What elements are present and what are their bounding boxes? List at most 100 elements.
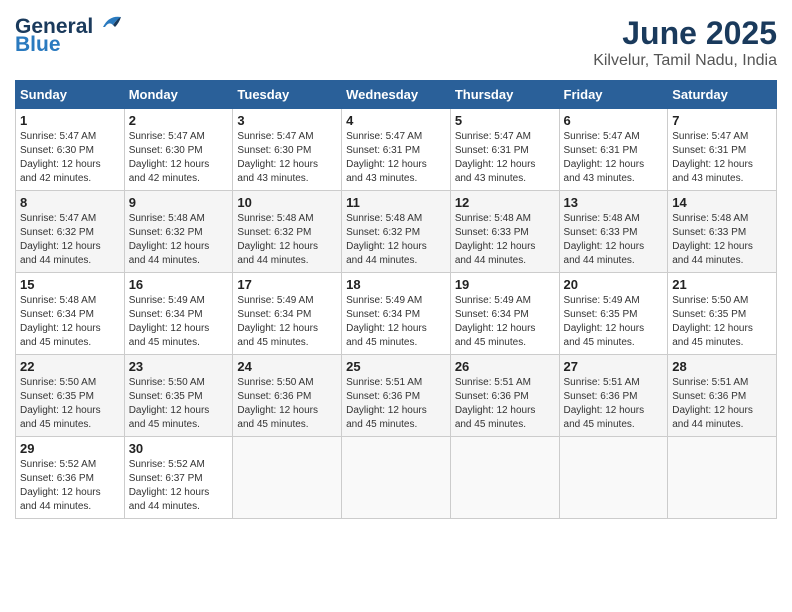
day-cell-empty xyxy=(342,437,451,519)
day-cell-4: 4 Sunrise: 5:47 AM Sunset: 6:31 PM Daylig… xyxy=(342,109,451,191)
col-header-tuesday: Tuesday xyxy=(233,81,342,109)
day-info: Sunrise: 5:49 AM Sunset: 6:34 PM Dayligh… xyxy=(455,294,555,350)
day-info: Sunrise: 5:51 AM Sunset: 6:36 PM Dayligh… xyxy=(672,376,772,432)
day-cell-empty xyxy=(559,437,668,519)
day-info: Sunrise: 5:50 AM Sunset: 6:36 PM Dayligh… xyxy=(237,376,337,432)
col-header-monday: Monday xyxy=(124,81,233,109)
col-header-thursday: Thursday xyxy=(450,81,559,109)
day-info: Sunrise: 5:47 AM Sunset: 6:31 PM Dayligh… xyxy=(346,130,446,186)
week-row-2: 8 Sunrise: 5:47 AM Sunset: 6:32 PM Daylig… xyxy=(16,191,777,273)
day-info: Sunrise: 5:48 AM Sunset: 6:33 PM Dayligh… xyxy=(564,212,664,268)
day-cell-12: 12Sunrise: 5:48 AM Sunset: 6:33 PM Dayli… xyxy=(450,191,559,273)
day-cell-13: 13 Sunrise: 5:48 AM Sunset: 6:33 PM Dayli… xyxy=(559,191,668,273)
day-cell-27: 27 Sunrise: 5:51 AM Sunset: 6:36 PM Dayli… xyxy=(559,355,668,437)
day-cell-3: 3 Sunrise: 5:47 AM Sunset: 6:30 PM Daylig… xyxy=(233,109,342,191)
day-number: 13 xyxy=(564,195,664,210)
day-info: Sunrise: 5:49 AM Sunset: 6:34 PM Dayligh… xyxy=(237,294,337,350)
day-cell-26: 26 Sunrise: 5:51 AM Sunset: 6:36 PM Dayli… xyxy=(450,355,559,437)
day-number: 2 xyxy=(129,113,229,128)
day-number: 22 xyxy=(20,359,120,374)
day-info: Sunrise: 5:47 AM Sunset: 6:31 PM Dayligh… xyxy=(455,130,555,186)
logo-bird-icon xyxy=(95,13,123,35)
day-info: Sunrise: 5:48 AM Sunset: 6:34 PM Dayligh… xyxy=(20,294,120,350)
day-number: 10 xyxy=(237,195,337,210)
day-info: Sunrise: 5:47 AM Sunset: 6:31 PM Dayligh… xyxy=(672,130,772,186)
day-number: 9 xyxy=(129,195,229,210)
day-number: 15 xyxy=(20,277,120,292)
day-info: Sunrise: 5:51 AM Sunset: 6:36 PM Dayligh… xyxy=(564,376,664,432)
day-cell-23: 23 Sunrise: 5:50 AM Sunset: 6:35 PM Dayli… xyxy=(124,355,233,437)
day-info: Sunrise: 5:50 AM Sunset: 6:35 PM Dayligh… xyxy=(129,376,229,432)
calendar-title: June 2025 xyxy=(593,15,777,52)
day-info: Sunrise: 5:48 AM Sunset: 6:33 PM Dayligh… xyxy=(672,212,772,268)
day-info: Sunrise: 5:49 AM Sunset: 6:34 PM Dayligh… xyxy=(346,294,446,350)
day-number: 19 xyxy=(455,277,555,292)
day-cell-18: 18 Sunrise: 5:49 AM Sunset: 6:34 PM Dayli… xyxy=(342,273,451,355)
day-cell-5: 5 Sunrise: 5:47 AM Sunset: 6:31 PM Daylig… xyxy=(450,109,559,191)
day-cell-8: 8 Sunrise: 5:47 AM Sunset: 6:32 PM Daylig… xyxy=(16,191,125,273)
day-number: 8 xyxy=(20,195,120,210)
day-info: Sunrise: 5:48 AM Sunset: 6:32 PM Dayligh… xyxy=(237,212,337,268)
day-number: 18 xyxy=(346,277,446,292)
day-info: Sunrise: 5:50 AM Sunset: 6:35 PM Dayligh… xyxy=(20,376,120,432)
col-header-wednesday: Wednesday xyxy=(342,81,451,109)
day-number: 4 xyxy=(346,113,446,128)
day-info: Sunrise: 5:51 AM Sunset: 6:36 PM Dayligh… xyxy=(455,376,555,432)
calendar-table: SundayMondayTuesdayWednesdayThursdayFrid… xyxy=(15,80,777,519)
day-cell-11: 11 Sunrise: 5:48 AM Sunset: 6:32 PM Dayli… xyxy=(342,191,451,273)
day-number: 1 xyxy=(20,113,120,128)
day-number: 30 xyxy=(129,441,229,456)
day-info: Sunrise: 5:51 AM Sunset: 6:36 PM Dayligh… xyxy=(346,376,446,432)
day-info: Sunrise: 5:52 AM Sunset: 6:37 PM Dayligh… xyxy=(129,458,229,514)
day-number: 3 xyxy=(237,113,337,128)
day-cell-15: 15 Sunrise: 5:48 AM Sunset: 6:34 PM Dayli… xyxy=(16,273,125,355)
day-info: Sunrise: 5:52 AM Sunset: 6:36 PM Dayligh… xyxy=(20,458,120,514)
day-number: 14 xyxy=(672,195,772,210)
day-cell-25: 25 Sunrise: 5:51 AM Sunset: 6:36 PM Dayli… xyxy=(342,355,451,437)
day-number: 7 xyxy=(672,113,772,128)
logo: General Blue xyxy=(15,15,123,57)
day-info: Sunrise: 5:48 AM Sunset: 6:32 PM Dayligh… xyxy=(346,212,446,268)
title-area: June 2025 Kilvelur, Tamil Nadu, India xyxy=(593,15,777,70)
week-row-3: 15 Sunrise: 5:48 AM Sunset: 6:34 PM Dayli… xyxy=(16,273,777,355)
logo-blue: Blue xyxy=(15,33,61,57)
day-cell-empty xyxy=(233,437,342,519)
day-number: 5 xyxy=(455,113,555,128)
week-row-5: 29 Sunrise: 5:52 AM Sunset: 6:36 PM Dayli… xyxy=(16,437,777,519)
day-cell-24: 24 Sunrise: 5:50 AM Sunset: 6:36 PM Dayli… xyxy=(233,355,342,437)
day-cell-22: 22 Sunrise: 5:50 AM Sunset: 6:35 PM Dayli… xyxy=(16,355,125,437)
col-header-saturday: Saturday xyxy=(668,81,777,109)
day-number: 28 xyxy=(672,359,772,374)
day-info: Sunrise: 5:49 AM Sunset: 6:34 PM Dayligh… xyxy=(129,294,229,350)
day-cell-21: 21 Sunrise: 5:50 AM Sunset: 6:35 PM Dayli… xyxy=(668,273,777,355)
day-cell-14: 14 Sunrise: 5:48 AM Sunset: 6:33 PM Dayli… xyxy=(668,191,777,273)
day-info: Sunrise: 5:47 AM Sunset: 6:30 PM Dayligh… xyxy=(20,130,120,186)
day-info: Sunrise: 5:47 AM Sunset: 6:30 PM Dayligh… xyxy=(237,130,337,186)
day-cell-16: 16 Sunrise: 5:49 AM Sunset: 6:34 PM Dayli… xyxy=(124,273,233,355)
day-number: 21 xyxy=(672,277,772,292)
day-cell-2: 2Sunrise: 5:47 AM Sunset: 6:30 PM Daylig… xyxy=(124,109,233,191)
day-number: 16 xyxy=(129,277,229,292)
day-number: 6 xyxy=(564,113,664,128)
day-cell-empty xyxy=(668,437,777,519)
day-number: 29 xyxy=(20,441,120,456)
day-number: 24 xyxy=(237,359,337,374)
day-number: 11 xyxy=(346,195,446,210)
col-header-friday: Friday xyxy=(559,81,668,109)
day-cell-1: 1 Sunrise: 5:47 AM Sunset: 6:30 PM Daylig… xyxy=(16,109,125,191)
day-info: Sunrise: 5:50 AM Sunset: 6:35 PM Dayligh… xyxy=(672,294,772,350)
day-cell-19: 19 Sunrise: 5:49 AM Sunset: 6:34 PM Dayli… xyxy=(450,273,559,355)
day-number: 26 xyxy=(455,359,555,374)
day-info: Sunrise: 5:48 AM Sunset: 6:32 PM Dayligh… xyxy=(129,212,229,268)
day-number: 17 xyxy=(237,277,337,292)
day-number: 25 xyxy=(346,359,446,374)
day-cell-29: 29 Sunrise: 5:52 AM Sunset: 6:36 PM Dayli… xyxy=(16,437,125,519)
day-number: 20 xyxy=(564,277,664,292)
day-number: 27 xyxy=(564,359,664,374)
day-cell-30: 30 Sunrise: 5:52 AM Sunset: 6:37 PM Dayli… xyxy=(124,437,233,519)
day-info: Sunrise: 5:49 AM Sunset: 6:35 PM Dayligh… xyxy=(564,294,664,350)
day-info: Sunrise: 5:47 AM Sunset: 6:32 PM Dayligh… xyxy=(20,212,120,268)
day-cell-28: 28 Sunrise: 5:51 AM Sunset: 6:36 PM Dayli… xyxy=(668,355,777,437)
day-number: 23 xyxy=(129,359,229,374)
week-row-1: 1 Sunrise: 5:47 AM Sunset: 6:30 PM Daylig… xyxy=(16,109,777,191)
